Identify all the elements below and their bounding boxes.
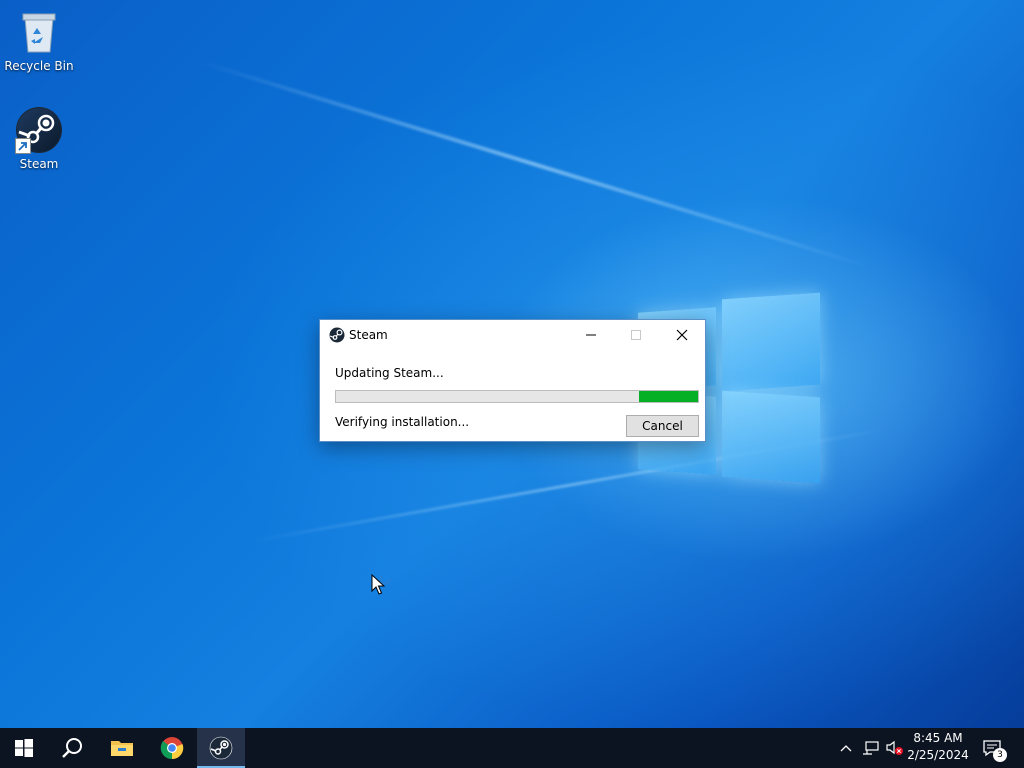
taskbar-steam[interactable]	[197, 728, 245, 768]
clock-time: 8:45 AM	[913, 731, 963, 745]
notification-count-badge: 3	[993, 748, 1007, 762]
desktop-icon-label: Recycle Bin	[4, 59, 74, 73]
taskbar-chrome[interactable]	[148, 728, 196, 768]
search-icon	[62, 738, 82, 758]
dialog-titlebar[interactable]: Steam	[320, 320, 705, 350]
maximize-icon	[631, 330, 641, 340]
network-button[interactable]	[860, 728, 882, 768]
taskbar: 8:45 AM 2/25/2024	[0, 728, 1024, 768]
search-button[interactable]	[48, 728, 96, 768]
close-icon	[676, 329, 688, 341]
desktop-icon-label: Steam	[19, 157, 59, 171]
desktop-icon-steam[interactable]: Steam	[1, 106, 77, 171]
clock-date: 2/25/2024	[907, 748, 969, 762]
close-button[interactable]	[659, 320, 705, 350]
desktop: Recycle Bin Steam Steam Updating Steam..…	[0, 0, 1024, 728]
show-hidden-icons-button[interactable]	[836, 728, 856, 768]
maximize-button	[613, 320, 659, 350]
dialog-title: Steam	[349, 328, 388, 342]
network-icon	[863, 741, 879, 755]
update-status-text: Updating Steam...	[335, 366, 444, 380]
light-beam	[199, 60, 870, 269]
steam-update-dialog: Steam Updating Steam... Verifying instal…	[319, 319, 706, 442]
progress-bar-fill	[638, 391, 698, 402]
desktop-icon-recycle-bin[interactable]: Recycle Bin	[1, 8, 77, 73]
update-detail-text: Verifying installation...	[335, 415, 470, 429]
start-button[interactable]	[0, 728, 48, 768]
taskbar-clock[interactable]: 8:45 AM 2/25/2024	[905, 730, 971, 766]
minimize-button[interactable]	[568, 320, 614, 350]
volume-muted-icon	[886, 740, 903, 755]
chevron-up-icon	[840, 745, 852, 752]
taskbar-file-explorer[interactable]	[98, 728, 146, 768]
volume-button[interactable]	[884, 728, 906, 768]
steam-icon	[209, 736, 233, 760]
shortcut-arrow-icon	[15, 138, 31, 154]
mouse-cursor-busy-icon	[371, 573, 395, 598]
update-progress-bar	[335, 390, 699, 403]
folder-icon	[111, 741, 133, 756]
recycle-bin-icon	[15, 8, 63, 56]
minimize-icon	[586, 334, 596, 336]
chrome-icon	[160, 737, 184, 760]
windows-start-icon	[15, 739, 33, 757]
steam-icon	[15, 106, 63, 154]
cancel-button[interactable]: Cancel	[626, 415, 699, 437]
steam-icon	[329, 327, 345, 343]
